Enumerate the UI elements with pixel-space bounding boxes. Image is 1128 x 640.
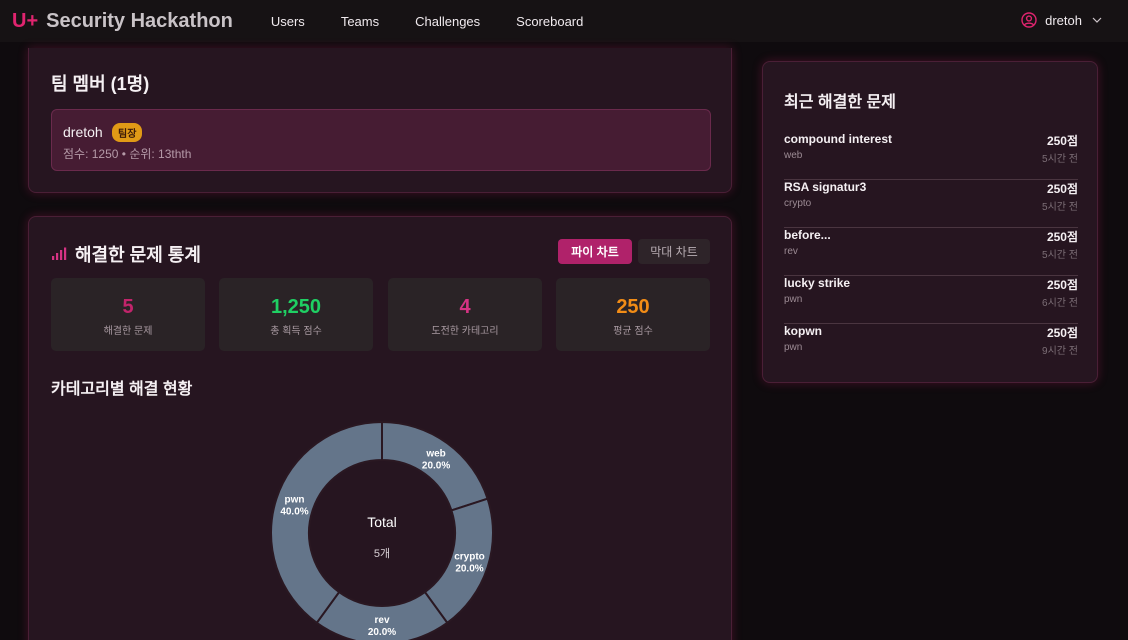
stat-label: 총 획득 점수 <box>270 326 322 337</box>
slice-percent-web: 20.0% <box>422 461 450 472</box>
slice-percent-pwn: 40.0% <box>280 507 308 518</box>
list-item[interactable]: lucky strike pwn 250점 6시간 전 <box>784 276 1078 324</box>
pie-chart-button[interactable]: 파이 차트 <box>558 239 632 264</box>
recent-solves-list: compound interest web 250점 5시간 전 RSA sig… <box>784 132 1078 372</box>
list-item[interactable]: before... rev 250점 5시간 전 <box>784 228 1078 276</box>
stat-average-score: 250 평균 점수 <box>556 278 710 351</box>
challenge-points: 250점 <box>1046 134 1078 148</box>
list-item[interactable]: compound interest web 250점 5시간 전 <box>784 132 1078 180</box>
user-circle-icon <box>1021 12 1037 28</box>
stat-label: 평균 점수 <box>613 326 653 337</box>
donut-center-title: Total <box>367 514 397 530</box>
stat-total-score: 1,250 총 획득 점수 <box>219 278 373 351</box>
slice-percent-rev: 20.0% <box>368 627 396 638</box>
challenge-points: 250점 <box>1046 182 1078 196</box>
solve-time: 9시간 전 <box>1042 346 1078 357</box>
challenge-category: web <box>784 150 803 161</box>
challenge-category: pwn <box>784 342 803 353</box>
bar-chart-icon <box>52 247 67 260</box>
user-menu[interactable]: dretoh <box>1021 12 1102 28</box>
solve-time: 5시간 전 <box>1042 202 1078 213</box>
recent-solves-card: 최근 해결한 문제 compound interest web 250점 5시간… <box>762 61 1098 383</box>
nav-link-teams[interactable]: Teams <box>341 14 379 29</box>
challenge-name: lucky strike <box>784 276 851 290</box>
team-members-title: 팀 멤버 (1명) <box>51 74 150 94</box>
stat-solved-count: 5 해결한 문제 <box>51 278 205 351</box>
category-donut-chart: web20.0%crypto20.0%rev20.0%pwn40.0%Total… <box>270 420 494 640</box>
stats-title: 해결한 문제 통계 <box>75 245 201 265</box>
challenge-category: rev <box>784 246 798 257</box>
slice-label-crypto: crypto <box>454 551 485 562</box>
stats-header: 해결한 문제 통계 <box>51 241 201 267</box>
stat-label: 해결한 문제 <box>103 326 153 337</box>
member-meta: 점수: 1250 • 순위: 13thth <box>63 147 192 161</box>
challenge-name: compound interest <box>784 132 893 146</box>
solve-time: 6시간 전 <box>1042 298 1078 309</box>
challenge-points: 250점 <box>1046 230 1078 244</box>
challenge-points: 250점 <box>1046 278 1078 292</box>
slice-label-rev: rev <box>374 615 389 626</box>
category-chart-title: 카테고리별 해결 현황 <box>51 381 193 398</box>
chevron-down-icon <box>1092 17 1102 23</box>
brand-logo[interactable]: U+ Security Hackathon <box>12 10 233 33</box>
stat-value: 4 <box>459 296 471 318</box>
user-name: dretoh <box>1045 12 1082 28</box>
challenge-name: kopwn <box>784 324 822 338</box>
solve-time: 5시간 전 <box>1042 250 1078 261</box>
leader-badge: 팀장 <box>112 123 143 142</box>
donut-center-value: 5개 <box>374 547 390 560</box>
team-members-card: 팀 멤버 (1명) dretoh 팀장 점수: 1250 • 순위: 13tht… <box>28 48 732 193</box>
nav-link-users[interactable]: Users <box>271 14 305 29</box>
solved-stats-card: 해결한 문제 통계 파이 차트 막대 차트 5 해결한 문제 1,250 총 획… <box>28 216 732 640</box>
stat-value: 250 <box>616 296 650 318</box>
nav-link-scoreboard[interactable]: Scoreboard <box>516 14 583 29</box>
slice-percent-crypto: 20.0% <box>455 563 483 574</box>
brand-mark: U+ <box>12 9 39 32</box>
donut-slice-pwn[interactable] <box>270 420 383 625</box>
nav-link-challenges[interactable]: Challenges <box>415 14 480 29</box>
challenge-category: crypto <box>784 198 812 209</box>
recent-solves-title: 최근 해결한 문제 <box>784 94 896 111</box>
stat-value: 5 <box>122 296 134 318</box>
challenge-points: 250점 <box>1046 326 1078 340</box>
stat-categories: 4 도전한 카테고리 <box>388 278 542 351</box>
stat-value: 1,250 <box>270 296 322 318</box>
solve-time: 5시간 전 <box>1042 154 1078 165</box>
nav-links: Users Teams Challenges Scoreboard <box>271 14 620 29</box>
slice-label-pwn: pwn <box>285 495 305 506</box>
challenge-name: RSA signatur3 <box>784 180 867 194</box>
bar-chart-button[interactable]: 막대 차트 <box>638 239 710 264</box>
slice-label-web: web <box>425 449 445 460</box>
stat-label: 도전한 카테고리 <box>431 326 499 337</box>
list-item[interactable]: RSA signatur3 crypto 250점 5시간 전 <box>784 180 1078 228</box>
member-name[interactable]: dretoh <box>63 124 103 140</box>
brand-name: Security Hackathon <box>46 9 233 32</box>
top-navbar: U+ Security Hackathon Users Teams Challe… <box>0 0 1128 42</box>
team-member-row: dretoh 팀장 점수: 1250 • 순위: 13thth <box>51 109 711 171</box>
challenge-category: pwn <box>784 294 803 305</box>
list-item[interactable]: kopwn pwn 250점 9시간 전 <box>784 324 1078 372</box>
challenge-name: before... <box>784 228 831 242</box>
